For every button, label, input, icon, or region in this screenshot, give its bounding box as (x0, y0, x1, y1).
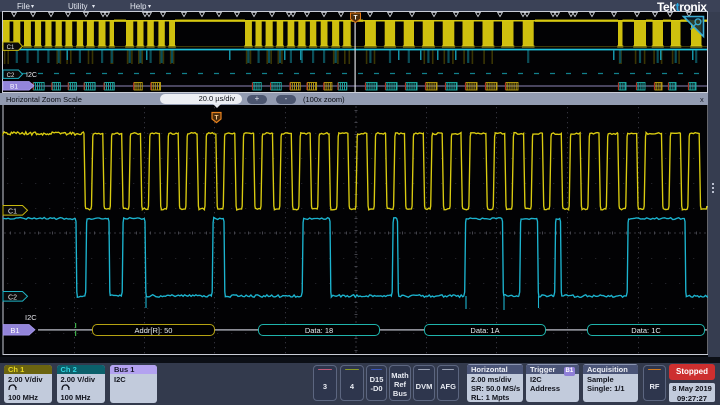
svg-text:C1: C1 (8, 209, 17, 216)
svg-text:C2: C2 (8, 295, 17, 302)
svg-text:T: T (354, 15, 358, 22)
svg-text:I2C: I2C (25, 313, 37, 322)
svg-text:T: T (215, 115, 219, 122)
svg-text:B1: B1 (10, 326, 19, 335)
svg-text:B1: B1 (10, 84, 18, 91)
svg-text:I2C: I2C (26, 72, 37, 79)
svg-text:C2: C2 (7, 73, 15, 79)
svg-text:C1: C1 (7, 45, 15, 51)
